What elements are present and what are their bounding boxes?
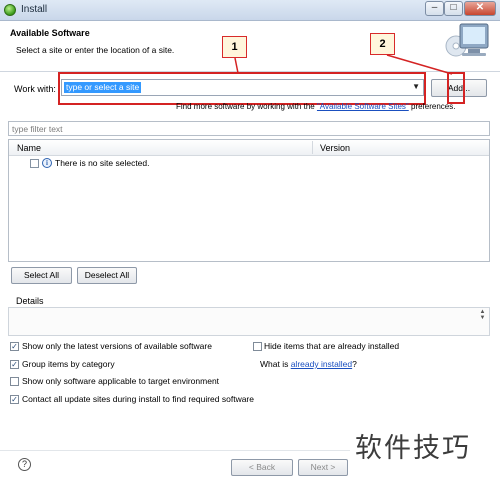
group-by-category-label: Group items by category <box>22 359 115 369</box>
column-version[interactable]: Version <box>320 143 350 153</box>
target-environment-checkbox[interactable] <box>10 377 19 386</box>
details-box <box>8 307 490 336</box>
monitor-icon <box>445 23 489 57</box>
minimize-button[interactable]: – <box>425 1 444 16</box>
back-button[interactable]: < Back <box>231 459 293 476</box>
callout-1: 1 <box>222 36 247 58</box>
group-by-category-checkbox[interactable]: ✓ <box>10 360 19 369</box>
contact-update-sites-checkbox[interactable]: ✓ <box>10 395 19 404</box>
deselect-all-button[interactable]: Deselect All <box>77 267 137 284</box>
app-icon <box>4 4 16 16</box>
what-is-suffix: ? <box>352 359 357 369</box>
column-name[interactable]: Name <box>17 143 41 153</box>
watermark-text: 软件技巧 <box>355 433 471 464</box>
next-button[interactable]: Next > <box>298 459 348 476</box>
hide-installed-checkbox[interactable] <box>253 342 262 351</box>
hide-installed-label: Hide items that are already installed <box>264 341 400 351</box>
available-software-sites-link[interactable]: "Available Software Sites" <box>317 102 409 111</box>
more-software-text: Find more software by working with the "… <box>176 102 455 111</box>
more-software-suffix: preferences. <box>408 102 456 111</box>
details-label: Details <box>16 296 44 306</box>
highlight-box-2 <box>447 72 465 104</box>
table-header: Name Version <box>9 140 489 156</box>
what-is-prefix: What is <box>260 359 291 369</box>
row-checkbox[interactable] <box>30 159 39 168</box>
more-software-prefix: Find more software by working with the <box>176 102 317 111</box>
latest-versions-label: Show only the latest versions of availab… <box>22 341 212 351</box>
contact-update-sites-label: Contact all update sites during install … <box>22 394 254 404</box>
already-installed-link[interactable]: already installed <box>291 359 352 369</box>
software-table: Name Version i There is no site selected… <box>8 139 490 262</box>
details-scroll-arrows[interactable]: ▲ ▼ <box>478 309 487 321</box>
window-title: Install <box>21 4 48 15</box>
info-icon: i <box>42 158 52 168</box>
latest-versions-checkbox[interactable]: ✓ <box>10 342 19 351</box>
work-with-label: Work with: <box>14 84 56 94</box>
highlight-box-1 <box>58 72 426 105</box>
select-all-button[interactable]: Select All <box>11 267 72 284</box>
filter-field[interactable] <box>8 121 490 136</box>
target-environment-label: Show only software applicable to target … <box>22 376 220 386</box>
callout-2: 2 <box>370 33 395 55</box>
page-title: Available Software <box>10 28 90 38</box>
column-divider[interactable] <box>312 141 313 154</box>
help-icon[interactable]: ? <box>18 458 31 471</box>
filter-input[interactable] <box>9 122 489 135</box>
close-button[interactable]: ✕ <box>464 1 496 16</box>
what-is-installed-text: What is already installed? <box>260 359 357 369</box>
empty-message: There is no site selected. <box>55 158 150 168</box>
maximize-button[interactable]: □ <box>444 1 463 16</box>
page-description: Select a site or enter the location of a… <box>16 45 175 55</box>
